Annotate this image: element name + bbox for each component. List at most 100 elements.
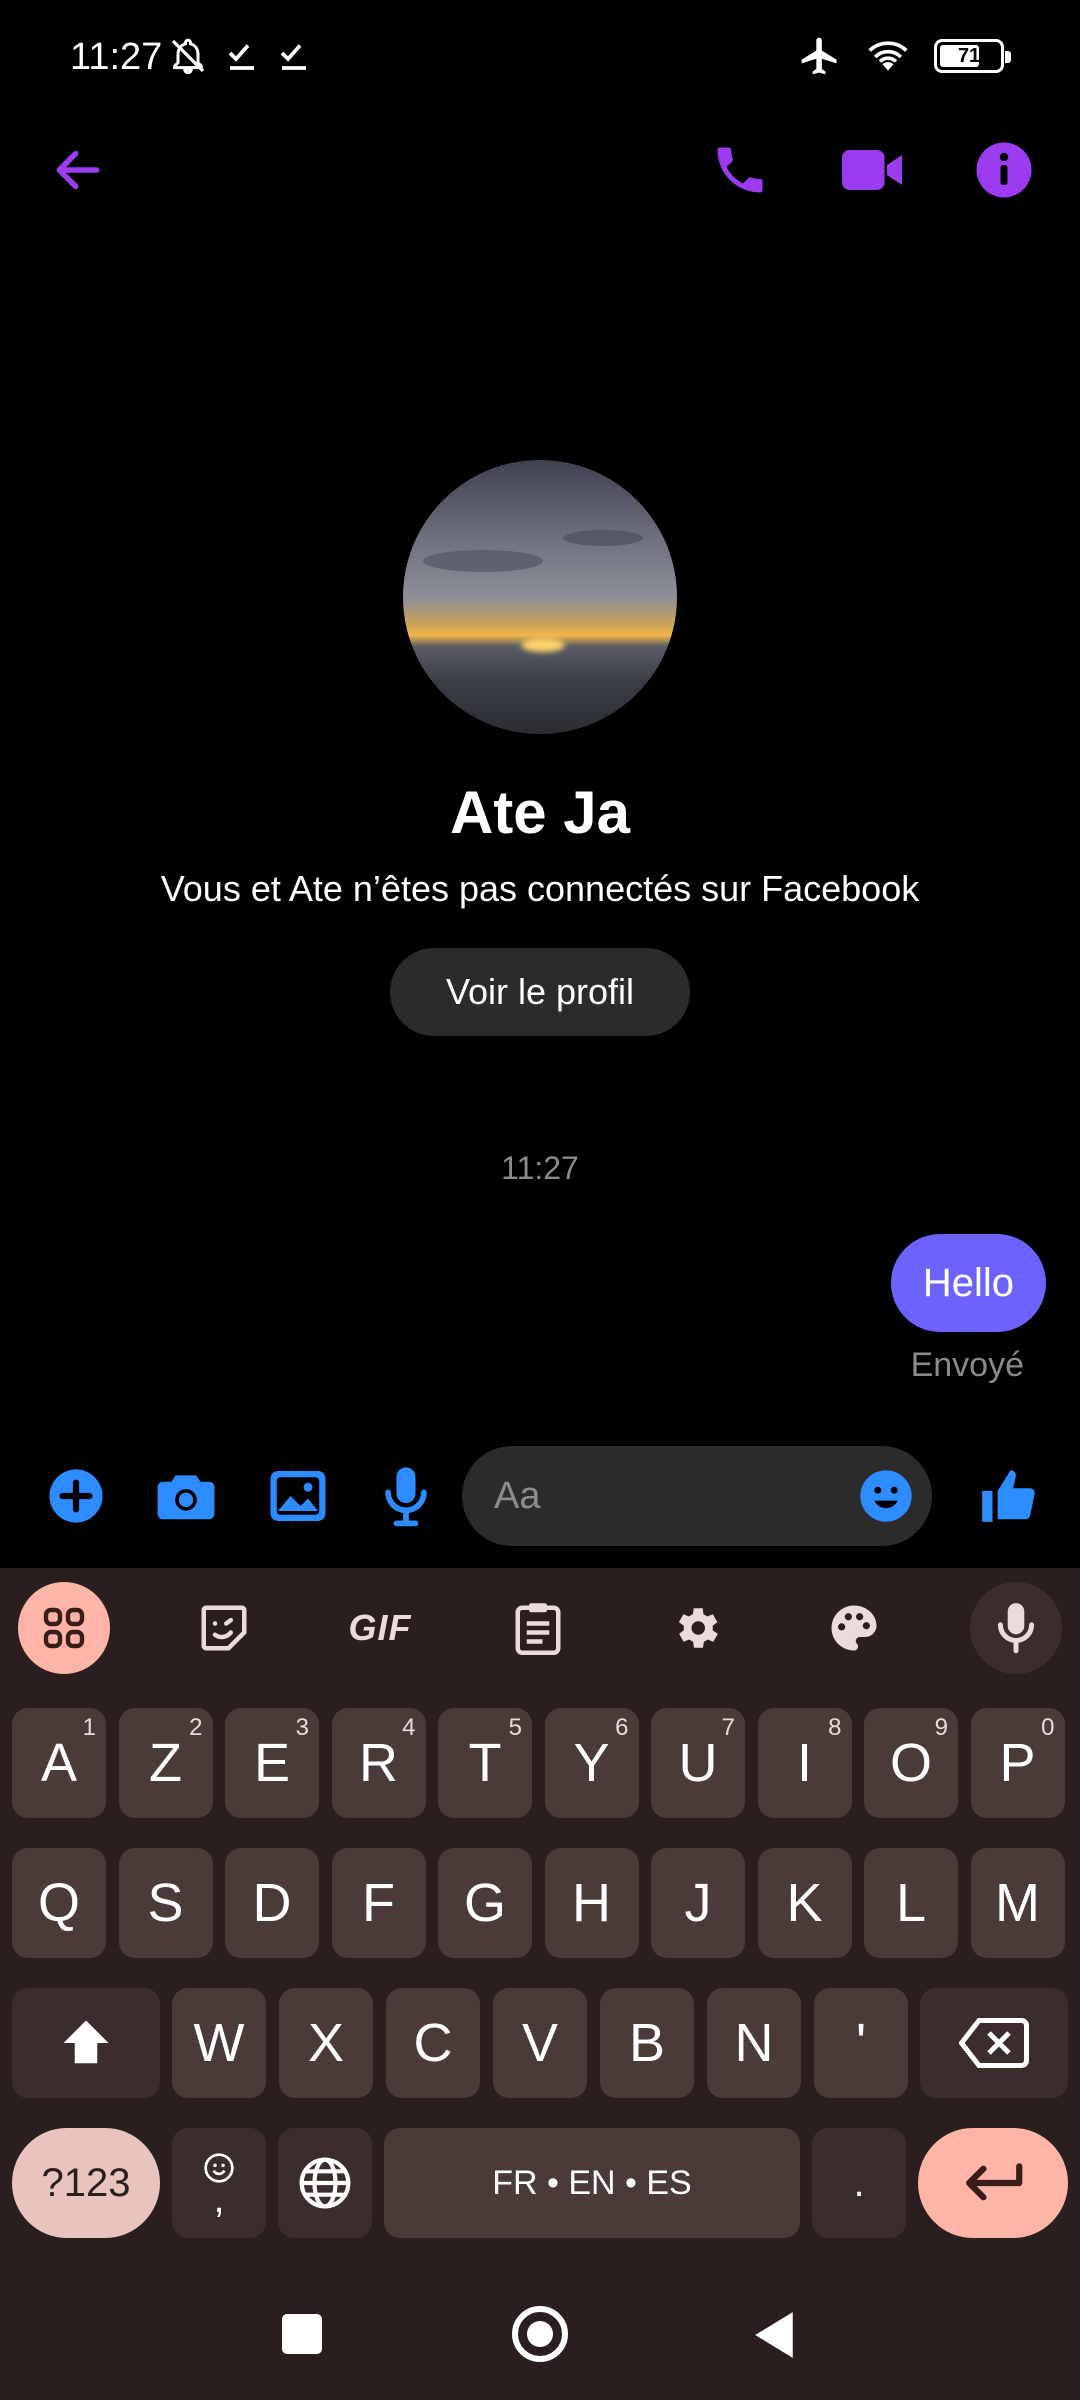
symbols-key[interactable]: ?123 — [12, 2128, 160, 2238]
gif-button[interactable]: GIF — [334, 1582, 426, 1674]
status-notification-icons — [168, 36, 312, 76]
palette-icon — [831, 1605, 877, 1651]
key-a[interactable]: A1 — [12, 1708, 106, 1818]
theme-button[interactable] — [808, 1582, 900, 1674]
apps-grid-button[interactable] — [18, 1582, 110, 1674]
voice-typing-button[interactable] — [970, 1582, 1062, 1674]
clipboard-button[interactable] — [492, 1582, 584, 1674]
key-w[interactable]: W — [172, 1988, 266, 2098]
key-number-hint: 3 — [295, 1714, 309, 1741]
key-s[interactable]: S — [118, 1848, 213, 1958]
like-button[interactable] — [976, 1464, 1040, 1528]
key-v[interactable]: V — [493, 1988, 587, 2098]
key-e[interactable]: E3 — [225, 1708, 319, 1818]
battery-icon: 71 — [934, 39, 1011, 73]
back-triangle-icon[interactable] — [752, 2310, 796, 2360]
emoji-comma-key[interactable]: , — [172, 2128, 266, 2238]
key-q[interactable]: Q — [12, 1848, 106, 1958]
status-time: 11:27 — [70, 36, 163, 78]
key-label: P — [999, 1733, 1036, 1793]
profile-subtitle: Vous et Ate n’êtes pas connectés sur Fac… — [160, 868, 920, 909]
gallery-button[interactable] — [266, 1464, 330, 1528]
language-key[interactable] — [278, 2128, 372, 2238]
clipboard-icon — [515, 1603, 561, 1655]
key-c[interactable]: C — [386, 1988, 480, 2098]
key-l[interactable]: L — [864, 1848, 958, 1958]
voice-message-button[interactable] — [374, 1464, 438, 1528]
emoji-icon[interactable] — [858, 1468, 914, 1524]
enter-arrow-icon — [966, 2163, 1023, 2201]
key-i[interactable]: I8 — [757, 1708, 852, 1818]
settings-button[interactable] — [650, 1582, 742, 1674]
sticker-button[interactable] — [178, 1582, 270, 1674]
key-number-hint: 4 — [402, 1714, 416, 1741]
info-button[interactable] — [958, 132, 1050, 208]
call-button[interactable] — [694, 132, 786, 208]
view-profile-button[interactable]: Voir le profil — [390, 948, 690, 1036]
airplane-icon — [801, 37, 837, 75]
key-x[interactable]: X — [279, 1988, 373, 2098]
key-label: R — [359, 1733, 398, 1793]
key-apostrophe[interactable]: ' — [814, 1988, 908, 2098]
back-arrow-icon — [56, 150, 100, 190]
gallery-icon — [270, 1471, 326, 1521]
message-input-container[interactable] — [462, 1446, 932, 1546]
message-status: Envoyé — [910, 1346, 1024, 1384]
key-f[interactable]: F — [331, 1848, 426, 1958]
video-camera-icon — [842, 150, 902, 190]
message-composer — [0, 1446, 1080, 1546]
enter-key[interactable] — [918, 2128, 1068, 2238]
info-icon — [976, 142, 1032, 198]
settings-gear-icon — [678, 1608, 718, 1648]
profile-avatar[interactable] — [403, 460, 677, 734]
key-label: O — [889, 1733, 932, 1793]
keyboard: GIF A1Z2E3R4T5Y6U7I8O9P0 QSDFGHJKLM WXCV… — [0, 1568, 1080, 2400]
key-number-hint: 9 — [934, 1714, 948, 1741]
chat-header — [0, 120, 1080, 220]
message-timestamp: 11:27 — [501, 1150, 579, 1186]
key-y[interactable]: Y6 — [544, 1708, 639, 1818]
key-t[interactable]: T5 — [438, 1708, 532, 1818]
key-p[interactable]: P0 — [970, 1708, 1065, 1818]
back-button[interactable] — [40, 132, 116, 208]
profile-name: Ate Ja — [449, 779, 631, 846]
key-number-hint: 7 — [721, 1714, 735, 1741]
key-label: U — [678, 1733, 718, 1793]
key-g[interactable]: G — [438, 1848, 532, 1958]
more-actions-button[interactable] — [44, 1464, 108, 1528]
key-d[interactable]: D — [225, 1848, 319, 1958]
bell-off-icon — [171, 38, 205, 75]
camera-button[interactable] — [154, 1464, 218, 1528]
key-k[interactable]: K — [757, 1848, 852, 1958]
keyboard-toolbar: GIF — [0, 1568, 1080, 1688]
thumbs-up-icon — [982, 1470, 1035, 1522]
shift-arrow-icon — [63, 2020, 109, 2064]
comma-label: , — [213, 2177, 225, 2221]
check-done-icon — [280, 44, 306, 70]
key-number-hint: 8 — [828, 1714, 842, 1741]
shift-key[interactable] — [12, 1988, 160, 2098]
backspace-icon — [959, 2018, 1029, 2068]
key-r[interactable]: R4 — [331, 1708, 426, 1818]
key-label: E — [253, 1733, 291, 1793]
battery-level: 71 — [957, 44, 981, 67]
key-b[interactable]: B — [600, 1988, 694, 2098]
video-call-button[interactable] — [826, 132, 918, 208]
recents-square-icon[interactable] — [282, 2314, 322, 2354]
key-m[interactable]: M — [970, 1848, 1065, 1958]
key-n[interactable]: N — [707, 1988, 801, 2098]
message-input[interactable] — [494, 1474, 854, 1518]
key-h[interactable]: H — [544, 1848, 639, 1958]
key-o[interactable]: O9 — [864, 1708, 958, 1818]
home-circle-icon[interactable] — [512, 2306, 568, 2362]
period-key[interactable]: . — [812, 2128, 906, 2238]
message-bubble[interactable]: Hello — [890, 1234, 1046, 1332]
key-u[interactable]: U7 — [651, 1708, 745, 1818]
key-j[interactable]: J — [651, 1848, 745, 1958]
sticker-icon — [201, 1605, 247, 1651]
key-z[interactable]: Z2 — [118, 1708, 213, 1818]
key-label: I — [796, 1733, 812, 1793]
backspace-key[interactable] — [920, 1988, 1068, 2098]
space-key[interactable]: FR • EN • ES — [384, 2128, 800, 2238]
plus-icon — [49, 1469, 103, 1523]
